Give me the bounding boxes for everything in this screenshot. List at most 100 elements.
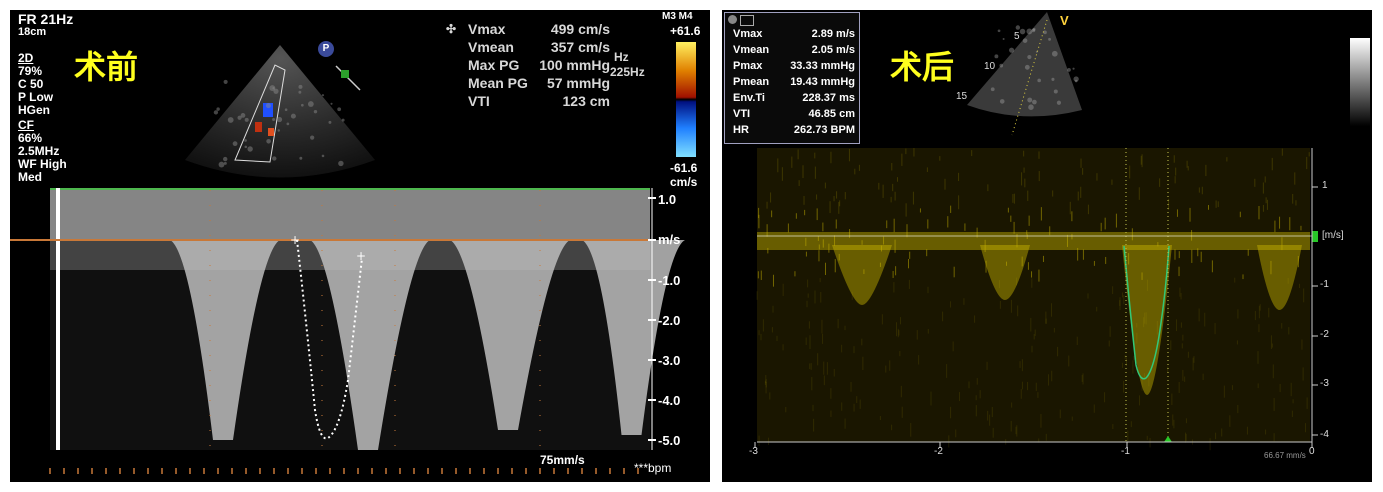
setting-gain: 79% [18, 64, 43, 78]
postop-measurements-box: Vmax 2.89 m/s Vmean 2.05 m/s Pmax 33.33 mmH… [724, 12, 860, 144]
speckle [1019, 28, 1026, 35]
speckle [1037, 78, 1041, 83]
y-tick: -4 [1320, 429, 1329, 440]
measurement-label: VTI [468, 93, 490, 109]
setting-freq-mode: HGen [18, 103, 51, 117]
doppler-area [757, 148, 1310, 442]
sweep-speed: 75mm/s [540, 453, 585, 467]
speckle [1067, 68, 1071, 72]
record-icon [728, 15, 737, 24]
marker-p-icon: P [318, 41, 334, 57]
measurement-value: 228.37 ms [802, 92, 855, 104]
postop-doppler-panel: Vmax 2.89 m/s Vmean 2.05 m/s Pmax 33.33 mmH… [722, 10, 1372, 482]
speckle [223, 161, 227, 165]
color-scale-bottom: -61.6 [670, 161, 698, 175]
speckle [1056, 100, 1062, 105]
setting-compress: C 50 [18, 77, 44, 91]
speckle [1027, 54, 1032, 60]
frame-rate: FR 21Hz [18, 11, 74, 27]
speckle [997, 29, 1001, 33]
speckle [307, 101, 314, 107]
axis-tick: -5.0 [658, 433, 681, 448]
measurement-value: 2.89 m/s [811, 28, 855, 40]
sector-label: V [1060, 13, 1069, 28]
speckle [276, 116, 283, 123]
speckle [286, 122, 290, 126]
speckle [1051, 77, 1055, 81]
depth-label: 10 [984, 61, 996, 72]
speckle [272, 118, 276, 122]
measurement-value: 2.05 m/s [811, 44, 855, 56]
measurement-value: 33.33 mmHg [790, 60, 855, 72]
speckle [1015, 25, 1021, 30]
speckle [272, 156, 277, 161]
speckle [338, 160, 344, 167]
speckle [244, 139, 247, 142]
speckle [321, 154, 325, 158]
speckle [1051, 50, 1058, 57]
mode-2d: 2D [18, 51, 34, 65]
measurement-row: VTI 123 cm [468, 94, 610, 110]
measurement-value: 262.73 BPM [793, 124, 855, 136]
preop-measurements: Vmax 499 cm/s Vmean 357 cm/s Max PG 100 mmH… [468, 22, 610, 112]
y-tick: 1 [1322, 180, 1328, 191]
measurement-value: 100 mmHg [539, 57, 610, 73]
measurement-value: 123 cm [562, 93, 610, 109]
speckle [1022, 38, 1028, 43]
measurement-label: Vmean [733, 44, 770, 56]
speckle [994, 54, 999, 59]
speckle [328, 120, 332, 124]
speckle [1028, 104, 1034, 110]
speckle [1053, 89, 1058, 94]
color-scale-top: +61.6 [670, 24, 701, 38]
speckle [301, 103, 304, 107]
speckle [298, 84, 303, 89]
sweep-speed: 66.67 mm/s [1264, 451, 1306, 460]
y-tick: -3 [1320, 378, 1329, 389]
spectral-upper-band [50, 188, 650, 240]
speckle [223, 156, 228, 162]
measurement-row: Pmax 33.33 mmHg [733, 61, 855, 77]
gray-scale-bar [1350, 38, 1370, 126]
measurement-value: 57 mmHg [546, 75, 610, 91]
measurement-label: Pmax [733, 60, 763, 72]
speckle [313, 109, 318, 114]
speckle [1008, 47, 1015, 53]
measurement-cursor-icon: ✣ [446, 22, 457, 36]
postop-label: 术后 [890, 48, 955, 86]
speckle [999, 99, 1005, 104]
measurement-row: Vmean 2.05 m/s [733, 45, 855, 61]
speckle [337, 107, 342, 112]
probe-mode: M3 M4 [662, 11, 693, 22]
trace-start-marker: + [290, 233, 300, 247]
speckle [990, 87, 995, 92]
cursor-box [341, 70, 349, 78]
setting-power: P Low [18, 90, 54, 104]
speckle [247, 146, 253, 152]
color-scale-unit: cm/s [670, 175, 698, 189]
measurement-label: Env.Ti [733, 92, 765, 104]
color-flow-red [255, 122, 262, 132]
measurement-label: Vmean [468, 39, 514, 55]
speckle [1032, 99, 1037, 105]
speckle [244, 145, 248, 149]
axis-unit: [m/s] [1322, 230, 1344, 241]
speckle [223, 79, 228, 84]
measurement-value: 19.43 mmHg [790, 76, 855, 88]
hz-label: Hz [614, 50, 629, 64]
measurement-value: 499 cm/s [550, 21, 610, 37]
speckle [1043, 30, 1047, 35]
measurement-row: Pmean 19.43 mmHg [733, 77, 855, 93]
speckle [265, 103, 271, 109]
setting-cf-freq: 2.5MHz [18, 144, 60, 158]
speckle [266, 138, 271, 144]
heart-rate: ***bpm [634, 461, 672, 475]
measurement-label: Mean PG [468, 75, 528, 91]
speckle [290, 113, 296, 119]
measurement-label: Vmax [468, 21, 506, 37]
speckle [299, 156, 303, 160]
speckle [1027, 97, 1033, 103]
measurement-row: Env.Ti 228.37 ms [733, 93, 855, 109]
axis-unit: m/s [658, 232, 681, 247]
speckle [1074, 79, 1078, 83]
